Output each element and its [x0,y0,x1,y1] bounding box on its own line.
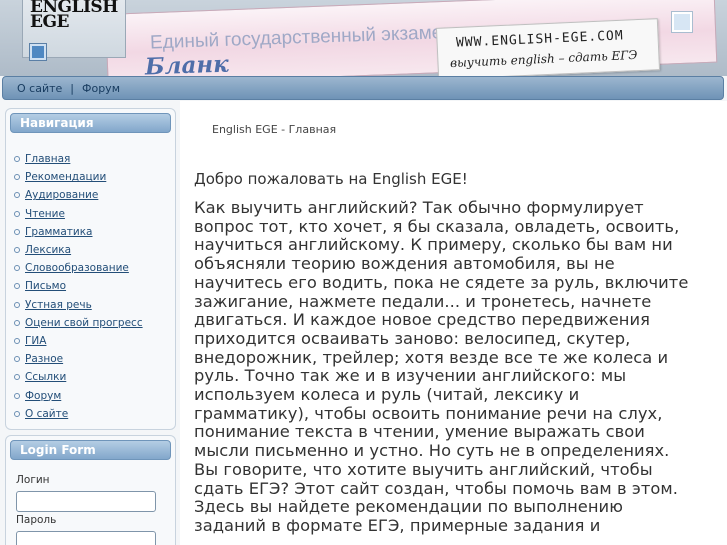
site-logo[interactable]: ENGLISH EGE [30,0,120,31]
bullet-icon [14,374,20,381]
main-content: English EGE - Главная Добро пожаловать н… [180,101,727,545]
sidebar-item-home[interactable]: Главная [14,150,143,168]
sidebar-item-label[interactable]: О сайте [25,408,68,420]
bullet-icon [14,265,20,272]
sidebar-item-reading[interactable]: Чтение [14,205,143,223]
sidebar-item-misc[interactable]: Разное [14,350,143,368]
sidebar-item-forum[interactable]: Форум [14,386,143,404]
bullet-icon [14,174,20,181]
bullet-icon [14,192,20,199]
sidebar-item-links[interactable]: Ссылки [14,368,143,386]
password-input[interactable] [16,531,156,545]
bullet-icon [14,410,20,417]
sidebar-item-vocabulary[interactable]: Лексика [14,241,143,259]
bullet-icon [14,283,20,290]
bullet-icon [14,210,20,217]
sidebar-item-label[interactable]: Разное [25,353,63,365]
username-input[interactable] [16,491,156,512]
navigation-panel: Навигация Главная Рекомендации Аудирован… [5,108,176,430]
bullet-icon [14,228,20,235]
sidebar-item-label[interactable]: Рекомендации [25,171,106,183]
sidebar-item-label[interactable]: ГИА [25,335,46,347]
topnav-forum-link[interactable]: Форум [82,82,120,95]
sidebar-item-recommendations[interactable]: Рекомендации [14,168,143,186]
breadcrumb: English EGE - Главная [212,123,337,136]
password-label: Пароль [16,514,57,526]
navigation-menu: Главная Рекомендации Аудирование Чтение … [14,150,143,423]
bullet-icon [14,356,20,363]
bullet-icon [14,156,20,163]
sidebar-item-label[interactable]: Аудирование [25,189,98,201]
sidebar-item-grammar[interactable]: Грамматика [14,223,143,241]
topnav-about-link[interactable]: О сайте [17,82,62,95]
sidebar-item-label[interactable]: Устная речь [25,299,92,311]
bullet-icon [14,392,20,399]
topnav-separator: | [70,81,74,95]
sidebar-item-label[interactable]: Словообразование [25,262,129,274]
sidebar-item-speaking[interactable]: Устная речь [14,296,143,314]
square-icon [30,44,46,60]
sidebar-item-label[interactable]: Форум [25,390,61,402]
sidebar-item-label[interactable]: Грамматика [25,226,93,238]
sidebar-item-about[interactable]: О сайте [14,405,143,423]
sidebar-item-progress[interactable]: Оцени свой прогресс [14,314,143,332]
login-form-title: Login Form [10,440,171,460]
bullet-icon [14,301,20,308]
sidebar-item-word-formation[interactable]: Словообразование [14,259,143,277]
bullet-icon [14,247,20,254]
login-panel: Login Form Логин Пароль [5,435,176,545]
sidebar-item-label[interactable]: Ссылки [25,371,66,383]
banner-form-text: Бланк [144,50,230,76]
article-text: Как выучить английский? Так обычно форму… [194,198,689,535]
sidebar-item-label[interactable]: Письмо [25,280,66,292]
square-icon [672,12,692,32]
bullet-icon [14,319,20,326]
username-label: Логин [16,474,50,486]
sidebar-item-listening[interactable]: Аудирование [14,186,143,204]
sidebar-item-label[interactable]: Чтение [25,208,65,220]
sidebar-item-label[interactable]: Главная [25,153,70,165]
sidebar-item-gia[interactable]: ГИА [14,332,143,350]
site-header: Единый государственный экзамен - Бланк E… [0,0,727,76]
navigation-title: Навигация [10,113,171,133]
bullet-icon [14,337,20,344]
sidebar-item-writing[interactable]: Письмо [14,277,143,295]
page-title: Добро пожаловать на English EGE! [194,170,468,188]
sidebar-item-label[interactable]: Оцени свой прогресс [25,317,143,329]
top-navigation: О сайте | Форум [2,76,724,100]
sidebar-item-label[interactable]: Лексика [25,244,71,256]
